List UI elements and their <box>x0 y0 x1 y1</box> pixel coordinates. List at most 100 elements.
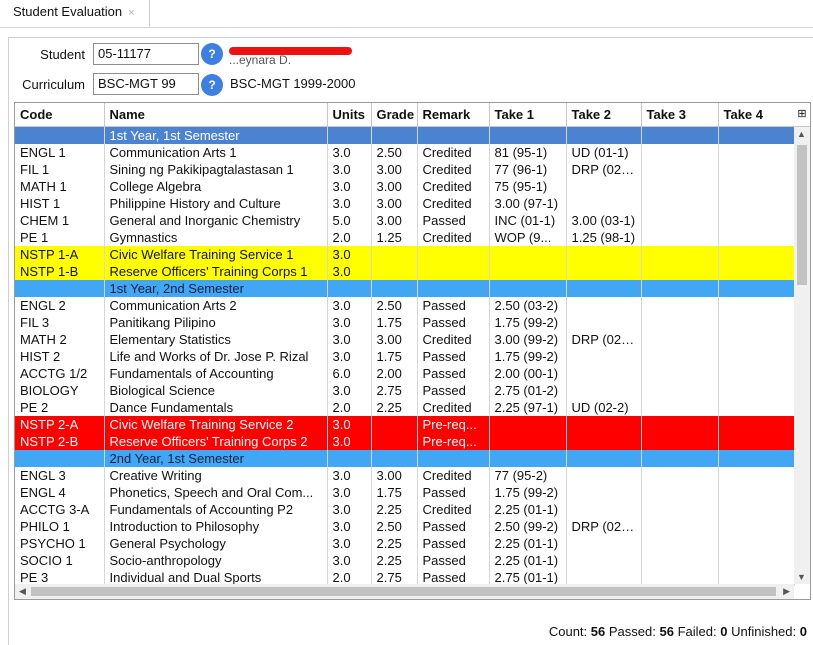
cell-remark: Credited <box>417 195 490 212</box>
cell-take-4 <box>718 246 795 263</box>
column-header-take-1[interactable]: Take 1 <box>489 103 567 127</box>
cell-units: 3.0 <box>327 416 372 433</box>
cell-take-3 <box>641 484 719 501</box>
cell-name: Fundamentals of Accounting <box>104 365 328 382</box>
column-header-grade[interactable]: Grade <box>371 103 418 127</box>
column-header-code[interactable]: Code <box>15 103 105 127</box>
cell-units: 2.0 <box>327 229 372 246</box>
column-header-take-3[interactable]: Take 3 <box>641 103 719 127</box>
table-cell <box>327 450 372 467</box>
table-row[interactable]: SOCIO 1 Socio-anthropology 3.0 2.25 Passed 2.… <box>15 552 795 569</box>
cell-units: 3.0 <box>327 314 372 331</box>
student-label: Student <box>40 47 85 62</box>
cell-take-1: WOP (9... <box>489 229 567 246</box>
table-row[interactable]: MATH 1 College Algebra 3.0 3.00 Credited 75 (… <box>15 178 795 195</box>
table-row[interactable]: MATH 2 Elementary Statistics 3.0 3.00 Credit… <box>15 331 795 348</box>
unfinished-label: Unfinished: <box>731 624 797 639</box>
cell-grade: 3.00 <box>371 178 418 195</box>
cell-code: BIOLOGY <box>15 382 105 399</box>
cell-units: 3.0 <box>327 178 372 195</box>
cell-name: General and Inorganic Chemistry <box>104 212 328 229</box>
semester-group-row[interactable]: 1st Year, 1st Semester <box>15 126 795 144</box>
table-row[interactable]: PSYCHO 1 General Psychology 3.0 2.25 Passed 2… <box>15 535 795 552</box>
cell-remark: Passed <box>417 518 490 535</box>
cell-remark <box>417 263 490 280</box>
column-header-take-2[interactable]: Take 2 <box>566 103 642 127</box>
cell-grade: 2.25 <box>371 399 418 416</box>
column-header-remark[interactable]: Remark <box>417 103 490 127</box>
table-row[interactable]: PHILO 1 Introduction to Philosophy 3.0 2.50… <box>15 518 795 535</box>
curriculum-label: Curriculum <box>22 77 85 92</box>
cell-remark: Passed <box>417 535 490 552</box>
student-id-input[interactable]: 05-11177 <box>93 43 199 65</box>
column-chooser-icon[interactable]: ⊞ <box>794 103 810 127</box>
cell-name: Socio-anthropology <box>104 552 328 569</box>
table-row[interactable]: ACCTG 1/2 Fundamentals of Accounting 6.0 2.… <box>15 365 795 382</box>
curriculum-help-button[interactable]: ? <box>201 74 223 96</box>
table-row[interactable]: ENGL 4 Phonetics, Speech and Oral Com... 3… <box>15 484 795 501</box>
close-icon[interactable]: × <box>128 7 134 19</box>
cell-take-4 <box>718 178 795 195</box>
cell-code: ACCTG 3-A <box>15 501 105 518</box>
table-row[interactable]: FIL 3 Panitikang Pilipino 3.0 1.75 Passed 1.7… <box>15 314 795 331</box>
table-cell <box>641 450 719 467</box>
curriculum-input[interactable]: BSC-MGT 99 <box>93 73 199 95</box>
student-help-button[interactable]: ? <box>201 43 223 65</box>
scroll-down-icon[interactable]: ▼ <box>797 572 806 582</box>
cell-name: Panitikang Pilipino <box>104 314 328 331</box>
table-row[interactable]: HIST 1 Philippine History and Culture 3.0 3… <box>15 195 795 212</box>
semester-group-row[interactable]: 1st Year, 2nd Semester <box>15 280 795 297</box>
cell-name: Civic Welfare Training Service 2 <box>104 416 328 433</box>
cell-remark: Pre-req... <box>417 433 490 450</box>
cell-take-3 <box>641 433 719 450</box>
table-row[interactable]: ENGL 2 Communication Arts 2 3.0 2.50 Passed 2… <box>15 297 795 314</box>
cell-take-2 <box>566 195 642 212</box>
cell-name: College Algebra <box>104 178 328 195</box>
table-row[interactable]: ENGL 3 Creative Writing 3.0 3.00 Credited 77 … <box>15 467 795 484</box>
tab-student-evaluation[interactable]: Student Evaluation × <box>0 0 150 27</box>
cell-name: Civic Welfare Training Service 1 <box>104 246 328 263</box>
horizontal-scrollbar[interactable]: ◀ ▶ <box>15 584 794 599</box>
column-header-units[interactable]: Units <box>327 103 372 127</box>
cell-take-1: 2.75 (01-2) <box>489 382 567 399</box>
table-row[interactable]: FIL 1 Sining ng Pakikipagtalastasan 1 3.0 3… <box>15 161 795 178</box>
cell-units: 3.0 <box>327 501 372 518</box>
cell-take-3 <box>641 518 719 535</box>
scroll-up-icon[interactable]: ▲ <box>797 129 806 139</box>
table-row[interactable]: PE 2 Dance Fundamentals 2.0 2.25 Credited 2.2… <box>15 399 795 416</box>
table-row[interactable]: NSTP 1-A Civic Welfare Training Service 1… <box>15 246 795 263</box>
cell-take-1: 1.75 (99-2) <box>489 484 567 501</box>
table-row[interactable]: BIOLOGY Biological Science 3.0 2.75 Passed 2.… <box>15 382 795 399</box>
cell-take-2 <box>566 535 642 552</box>
table-row[interactable]: NSTP 2-A Civic Welfare Training Service 2… <box>15 416 795 433</box>
cell-take-4 <box>718 518 795 535</box>
table-row[interactable]: CHEM 1 General and Inorganic Chemistry 5.0… <box>15 212 795 229</box>
cell-take-1: 77 (95-2) <box>489 467 567 484</box>
cell-name: Sining ng Pakikipagtalastasan 1 <box>104 161 328 178</box>
table-row[interactable]: ENGL 1 Communication Arts 1 3.0 2.50 Credite… <box>15 144 795 161</box>
table-row[interactable]: PE 1 Gymnastics 2.0 1.25 Credited WOP (9... 1.… <box>15 229 795 246</box>
cell-grade: 1.25 <box>371 229 418 246</box>
table-row[interactable]: HIST 2 Life and Works of Dr. Jose P. Riza… <box>15 348 795 365</box>
cell-remark: Passed <box>417 212 490 229</box>
scroll-left-icon[interactable]: ◀ <box>19 586 26 597</box>
cell-grade: 1.75 <box>371 348 418 365</box>
vertical-scrollbar[interactable]: ▲ ▼ <box>794 127 810 584</box>
cell-take-4 <box>718 365 795 382</box>
cell-take-4 <box>718 501 795 518</box>
scroll-right-icon[interactable]: ▶ <box>783 586 790 597</box>
failed-value: 0 <box>720 624 728 639</box>
column-header-take-4[interactable]: Take 4 <box>718 103 795 127</box>
table-row[interactable]: ACCTG 3-A Fundamentals of Accounting P2 3.… <box>15 501 795 518</box>
cell-units: 3.0 <box>327 195 372 212</box>
column-header-name[interactable]: Name <box>104 103 328 127</box>
horizontal-scroll-thumb[interactable] <box>31 587 776 596</box>
cell-take-1: 75 (95-1) <box>489 178 567 195</box>
cell-take-3 <box>641 195 719 212</box>
table-row[interactable]: NSTP 2-B Reserve Officers' Training Corps… <box>15 433 795 450</box>
table-cell <box>417 280 490 297</box>
semester-group-row[interactable]: 2nd Year, 1st Semester <box>15 450 795 467</box>
vertical-scroll-thumb[interactable] <box>797 145 807 285</box>
table-row[interactable]: NSTP 1-B Reserve Officers' Training Corps… <box>15 263 795 280</box>
cell-code: PHILO 1 <box>15 518 105 535</box>
